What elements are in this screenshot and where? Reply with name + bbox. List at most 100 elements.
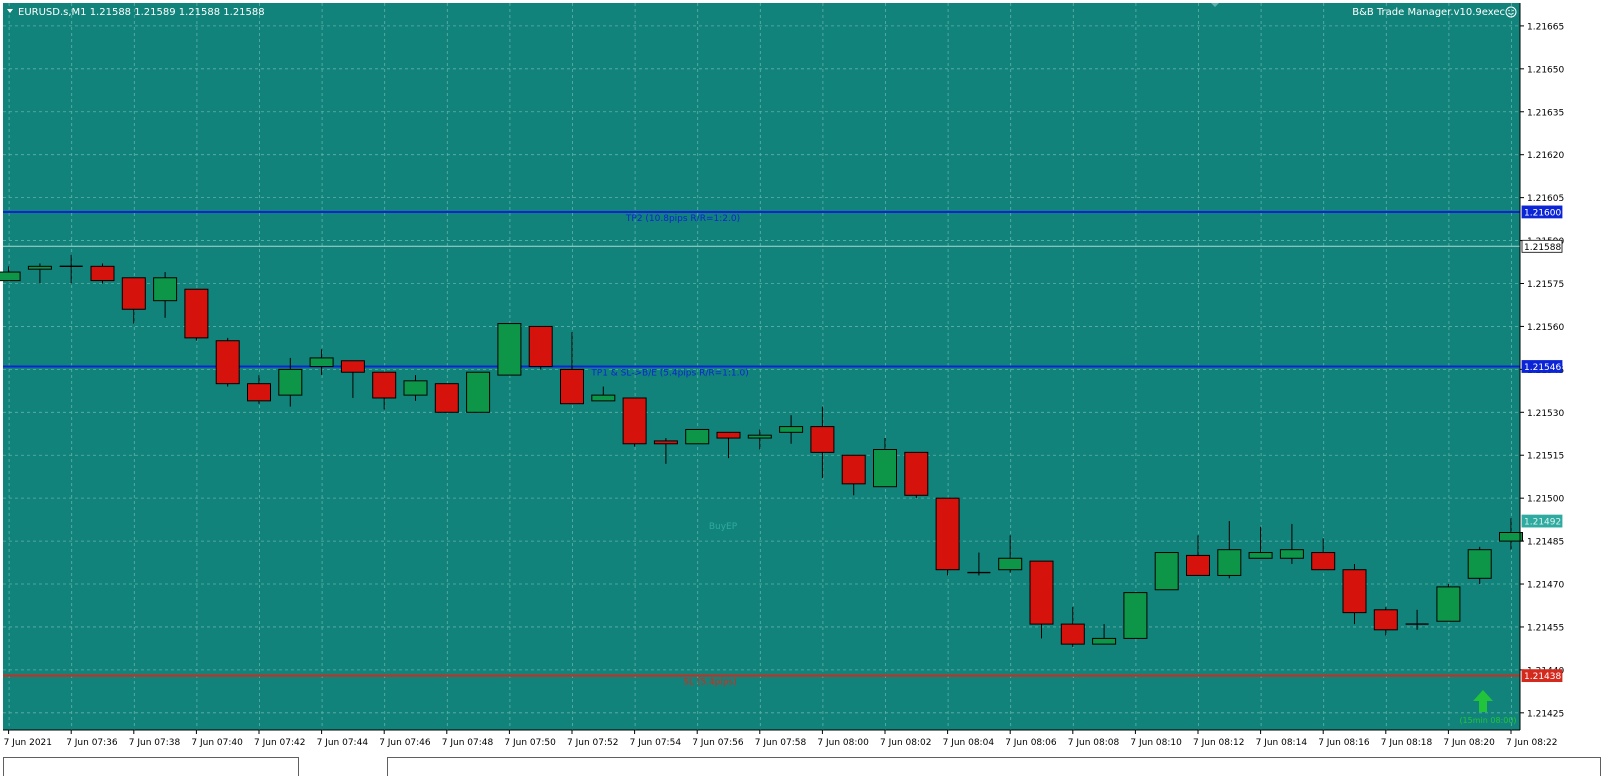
candle	[904, 451, 929, 499]
entry-label: BuyEP	[709, 522, 738, 532]
candle-body	[1499, 532, 1523, 542]
symbol-info: EURUSD.s,M1 1.21588 1.21589 1.21588 1.21…	[18, 7, 265, 18]
candle-body	[810, 426, 835, 453]
candle-body	[0, 271, 21, 282]
bid-badge-text: 1.21588	[1524, 243, 1561, 253]
signal-label: (15min 08:00)	[1459, 716, 1516, 725]
candle-body	[1311, 552, 1336, 571]
time-tick-label: 7 Jun 07:38	[129, 738, 181, 748]
time-tick-label: 7 Jun 08:06	[1005, 738, 1057, 748]
candle	[1467, 546, 1492, 585]
time-tick-label: 7 Jun 07:36	[66, 738, 118, 748]
candle	[434, 383, 459, 413]
candle-body	[685, 428, 710, 445]
candle-body	[215, 340, 240, 385]
candle-body	[998, 557, 1023, 571]
tp1-badge-text: 1.21546	[1524, 363, 1561, 373]
price-tick-label: 1.21665	[1527, 22, 1564, 32]
candle-body	[90, 265, 115, 282]
candle	[935, 497, 960, 576]
candle	[497, 323, 522, 376]
chart-window[interactable]: 1.21665 1.21650 1.21635 1.21620 1.21605 1.215…	[0, 0, 1604, 776]
tp2-label: TP2 (10.8pips R/R=1:2.0)	[625, 214, 740, 224]
candle-body	[1436, 586, 1461, 622]
time-tick-label: 7 Jun 08:00	[817, 738, 869, 748]
price-chart[interactable]: 1.21665 1.21650 1.21635 1.21620 1.21605 1.215…	[0, 0, 1604, 755]
time-tick-label: 7 Jun 08:08	[1068, 738, 1120, 748]
price-tick-label: 1.21425	[1527, 709, 1564, 719]
time-tick-label: 7 Jun 08:12	[1193, 738, 1244, 748]
sl-label: SL (5.4pips)	[683, 678, 737, 688]
time-tick-label: 7 Jun 07:58	[755, 738, 807, 748]
candle-body	[1373, 609, 1398, 631]
time-tick-label: 7 Jun 07:44	[317, 738, 369, 748]
candle-body	[309, 357, 334, 368]
candle-body	[1342, 569, 1367, 614]
price-tick-label: 1.21530	[1527, 409, 1564, 419]
time-tick-label: 7 Jun 08:04	[943, 738, 995, 748]
price-tick-label: 1.21485	[1527, 538, 1564, 548]
tab-area-right[interactable]	[387, 757, 1601, 776]
price-tick-label: 1.21650	[1527, 65, 1564, 75]
time-tick-label: 7 Jun 07:56	[692, 738, 744, 748]
candle-body	[716, 431, 741, 439]
time-tick-label: 7 Jun 07:48	[442, 738, 494, 748]
candle-body	[27, 265, 52, 270]
candle-body	[372, 371, 397, 399]
candle	[90, 263, 115, 284]
candle-body	[403, 380, 428, 396]
candle	[184, 288, 209, 341]
candle-body	[1279, 549, 1304, 559]
time-tick-label: 7 Jun 07:40	[191, 738, 243, 748]
candle-body	[153, 277, 178, 302]
price-tick-label: 1.21500	[1527, 495, 1564, 505]
entry-badge-text: 1.21492	[1524, 518, 1561, 528]
candle-body	[935, 497, 960, 571]
candle-body	[184, 288, 209, 339]
candle-body	[1248, 552, 1273, 559]
candle-body	[434, 383, 459, 413]
candle	[466, 371, 491, 413]
time-tick-label: 7 Jun 07:52	[567, 738, 618, 748]
time-tick-label: 7 Jun 07:54	[630, 738, 682, 748]
price-tick-label: 1.21515	[1527, 452, 1564, 462]
time-tick-label: 7 Jun 2021	[4, 738, 52, 748]
candle	[528, 325, 553, 370]
time-tick-label: 7 Jun 07:42	[254, 738, 305, 748]
candle-body	[560, 368, 584, 405]
candle	[1436, 584, 1461, 622]
candle-body	[1029, 560, 1054, 625]
time-tick-label: 7 Jun 08:02	[880, 738, 931, 748]
price-tick-label: 1.21560	[1527, 323, 1564, 333]
candle-body	[1154, 552, 1179, 591]
price-tick-label: 1.21620	[1527, 151, 1564, 161]
candle-body	[528, 325, 553, 368]
tab-area-left[interactable]	[3, 757, 299, 776]
price-tick-label: 1.21575	[1527, 280, 1564, 290]
candle-body	[653, 440, 678, 445]
candle	[1123, 592, 1148, 639]
candle-body	[121, 277, 146, 310]
candle-body	[340, 360, 365, 373]
ea-label: B&B Trade Manager.v10.9exec	[1352, 7, 1505, 18]
candle-body	[841, 454, 866, 485]
time-tick-label: 7 Jun 08:10	[1130, 738, 1182, 748]
candle-body	[278, 368, 303, 396]
candle-body	[1467, 549, 1492, 579]
time-tick-label: 7 Jun 08:18	[1381, 738, 1433, 748]
candle-body	[591, 394, 616, 402]
price-tick-label: 1.21470	[1527, 581, 1564, 591]
candle-body	[1186, 554, 1210, 576]
candle	[215, 337, 240, 387]
candle-body	[747, 434, 772, 439]
price-tick-label: 1.21635	[1527, 108, 1564, 118]
time-tick-label: 7 Jun 08:22	[1506, 738, 1557, 748]
candle-body	[622, 397, 647, 445]
candle-body	[1060, 623, 1085, 645]
price-tick-label: 1.21455	[1527, 623, 1564, 633]
time-tick-label: 7 Jun 07:50	[504, 738, 556, 748]
candle-body	[873, 449, 897, 488]
candle	[1154, 552, 1179, 591]
tp2-badge-text: 1.21600	[1524, 208, 1561, 218]
sheet-tab-bar	[0, 755, 1604, 776]
